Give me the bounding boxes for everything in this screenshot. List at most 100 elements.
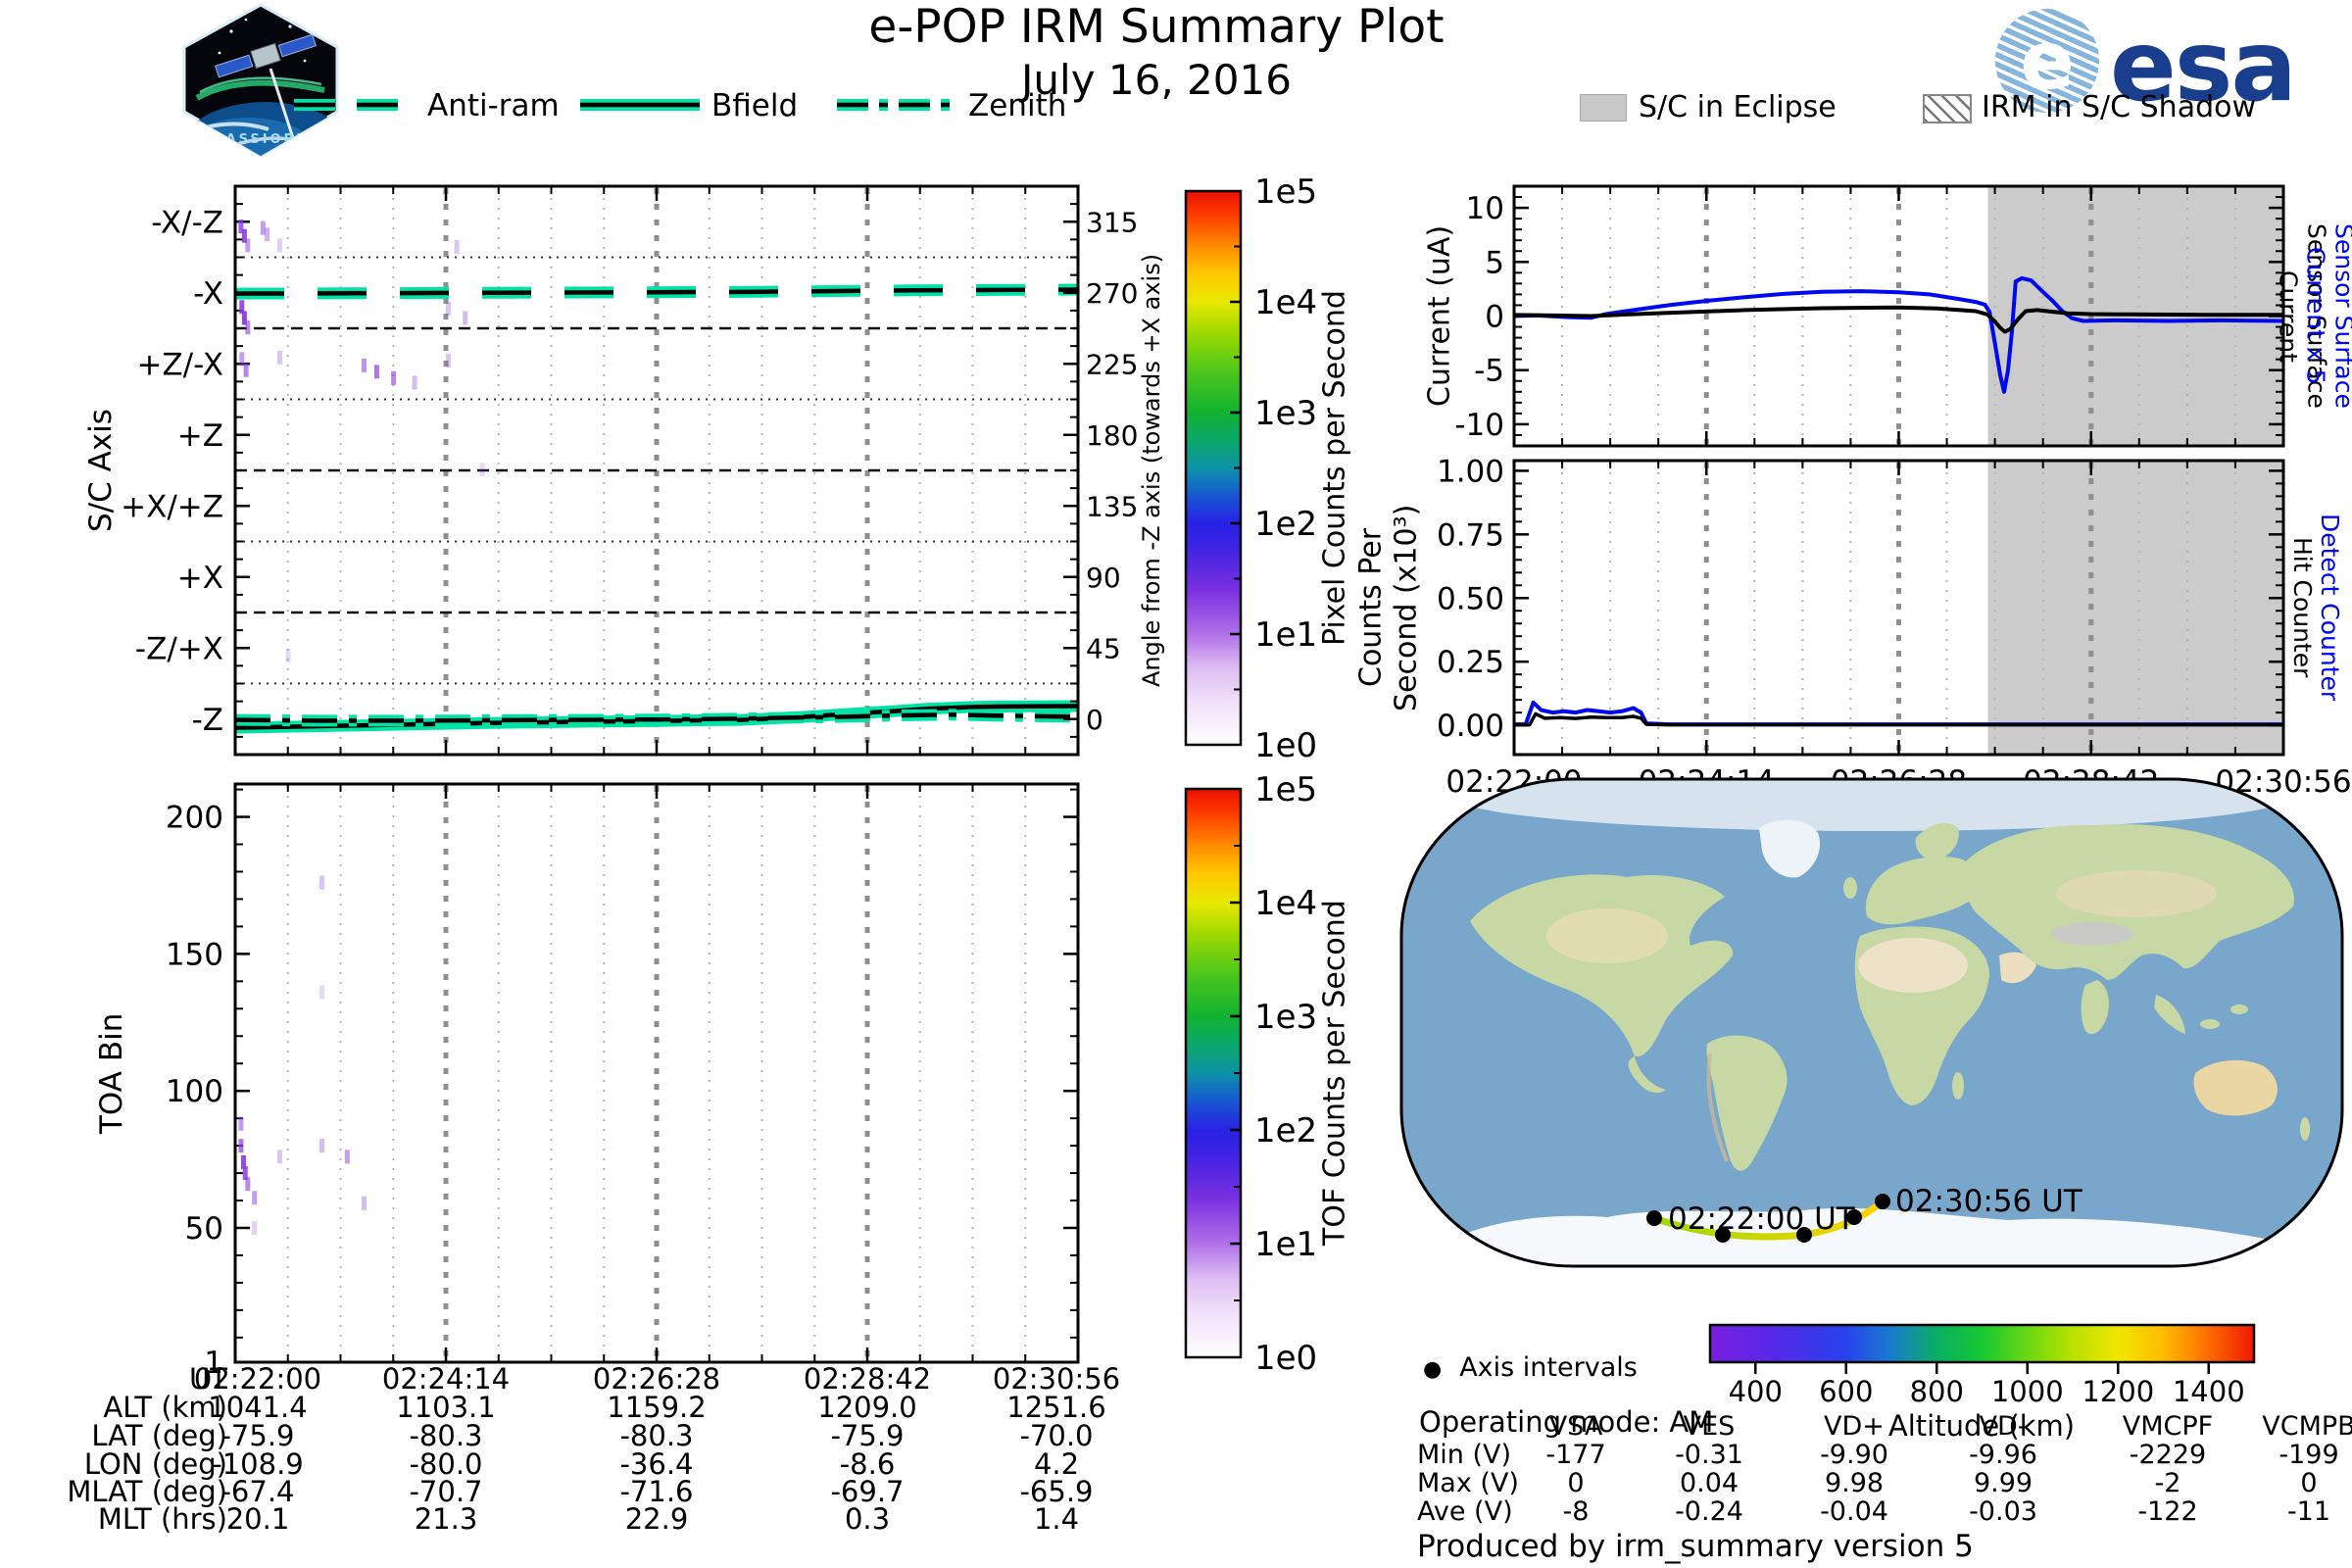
counts-tick-label: 0.00 <box>1437 709 1504 744</box>
volt-cell: -199 <box>2242 1442 2352 1469</box>
toa-tick-label: 50 <box>185 1211 223 1247</box>
table-row: VSA VES VD+ VD- VMCPF VCMPB <box>0 1413 2352 1441</box>
eph-cell: 02:28:42 <box>764 1364 970 1394</box>
legend-shadow-label: IRM in S/C Shadow <box>1982 90 2256 124</box>
sensor-surface-current-x5-label: Sensor Surface Current x 5 <box>2317 186 2343 446</box>
sc-axis-band-label: -Z/+X <box>135 631 223 666</box>
angle-tick-label: 270 <box>1086 277 1138 310</box>
table-row: Ave (V) -8 -0.24 -0.04 -0.03 -122 -11 <box>0 1498 2352 1526</box>
axis-interval-dot-icon: ● <box>1423 1357 1442 1382</box>
volt-cell: -0.24 <box>1642 1498 1776 1526</box>
pixel-colorbar: 1e51e41e31e21e11e0 <box>1186 172 1317 765</box>
volt-cell: 0.04 <box>1642 1470 1776 1497</box>
altitude-tick-label: 400 <box>1729 1375 1783 1408</box>
title-block: e-POP IRM Summary Plot July 16, 2016 <box>647 0 1666 104</box>
angle-tick-label: 225 <box>1086 348 1138 380</box>
toa-tick-label: 100 <box>166 1074 223 1109</box>
counts-tick-label: 1.00 <box>1437 454 1504 489</box>
current-plot: 1050-5-10 <box>1454 186 2283 446</box>
sc-axis-band-label: -Z <box>192 703 223 738</box>
altitude-tick-label: 1200 <box>2082 1375 2154 1408</box>
volt-cell: -0.04 <box>1788 1498 1921 1526</box>
sc-axis-band-label: -X/-Z <box>151 205 223 240</box>
detect-counter-label: Detect Counter <box>2317 461 2343 755</box>
eph-cell: 02:24:14 <box>343 1364 549 1394</box>
colorbar-tick-label: 1e5 <box>1254 172 1317 212</box>
colorbar-tick-label: 1e4 <box>1254 283 1317 322</box>
volt-cell: -8 <box>1509 1498 1642 1526</box>
legend-eclipse-label: S/C in Eclipse <box>1639 90 1837 124</box>
volt-cell: -11 <box>2242 1498 2352 1526</box>
eph-cell: 02:30:56 <box>954 1364 1159 1394</box>
altitude-tick-label: 800 <box>1910 1375 1964 1408</box>
altitude-colorbar: 400600800100012001400 <box>1710 1325 2254 1408</box>
volt-cell: -9.90 <box>1788 1442 1921 1469</box>
current-tick-label: -5 <box>1474 354 1504 389</box>
altitude-tick-label: 1400 <box>2173 1375 2245 1408</box>
altitude-tick-label: 1000 <box>1991 1375 2064 1408</box>
counts-ylabel-line2: Second (x10³) <box>1390 461 1423 755</box>
track-interval-dot <box>1646 1210 1662 1226</box>
volt-cell: -0.03 <box>1936 1498 2070 1526</box>
toa-bin-plot: 200150100501 <box>166 784 1078 1381</box>
counts-ylabel-line1: Counts Per <box>1354 461 1388 755</box>
tof-colorbar: 1e51e41e31e21e11e0 <box>1186 770 1317 1378</box>
eclipse-swatch <box>1580 94 1627 122</box>
volt-header: VMCPF <box>2101 1413 2234 1441</box>
volt-cell: -9.96 <box>1936 1442 2070 1469</box>
pixel-colorbar-label: Pixel Counts per Second <box>1317 191 1352 745</box>
sc-axis-band-label: -X <box>193 276 223 312</box>
current-tick-label: -10 <box>1454 408 1504 443</box>
angle-tick-label: 90 <box>1086 562 1121 594</box>
page: -X/-Z315-X270+Z/-X225+Z180+X/+Z135+X90-Z… <box>0 0 2352 1568</box>
tof-colorbar-label: TOF Counts per Second <box>1317 789 1352 1357</box>
angle-tick-label: 180 <box>1086 419 1138 452</box>
volt-header: VD- <box>1936 1413 2070 1441</box>
volt-header: VCMPB <box>2242 1413 2352 1441</box>
angle-tick-label: 135 <box>1086 490 1138 522</box>
legend-bfield-label: Bfield <box>711 88 798 123</box>
counts-tick-label: 0.25 <box>1437 645 1504 680</box>
volt-cell: -0.31 <box>1642 1442 1776 1469</box>
toa-tick-label: 200 <box>166 801 223 836</box>
world-map: 02:22:00 UT 02:30:56 UT <box>1401 760 2342 1266</box>
map-art: 02:22:00 UT 02:30:56 UT <box>1401 760 2342 1266</box>
axis-intervals-label: Axis intervals <box>1459 1352 1638 1383</box>
volt-header: VSA <box>1509 1413 1642 1441</box>
colorbar-tick-label: 1e3 <box>1254 394 1317 433</box>
axis-intervals-legend: ● Axis intervals <box>1423 1352 1638 1383</box>
current-tick-label: 0 <box>1485 300 1504 335</box>
volt-cell: -2 <box>2101 1470 2234 1497</box>
sc-axis-band-label: +Z <box>177 418 223 454</box>
zenith-line-sample <box>833 97 960 114</box>
toa-ylabel: TOA Bin <box>93 784 130 1362</box>
colorbar-tick-label: 1e4 <box>1254 884 1317 923</box>
volt-header: VES <box>1642 1413 1776 1441</box>
produced-by-text: Produced by irm_summary version 5 <box>1417 1529 1974 1564</box>
colorbar-tick-label: 1e1 <box>1254 615 1317 655</box>
plots-canvas: -X/-Z315-X270+Z/-X225+Z180+X/+Z135+X90-Z… <box>0 0 2352 1568</box>
continent-australia <box>2194 1060 2278 1116</box>
angle-axis-label: Angle from -Z axis (towards +X axis) <box>1137 186 1166 755</box>
series-anti-ram <box>235 290 1078 294</box>
track-end-time-label: 02:30:56 UT <box>1895 1184 2083 1219</box>
legend-zenith-label: Zenith <box>968 88 1066 123</box>
counts-tick-label: 0.50 <box>1437 581 1504 616</box>
colorbar-tick-label: 1e2 <box>1254 505 1317 544</box>
current-ylabel: Current (uA) <box>1423 186 1456 446</box>
page-subtitle-date: July 16, 2016 <box>647 56 1666 104</box>
cassiope-patch: CASSIOPE <box>172 2 349 159</box>
eph-cell: 02:22:00 <box>155 1364 361 1394</box>
angle-tick-label: 0 <box>1086 704 1103 736</box>
eph-cell: 02:26:28 <box>554 1364 760 1394</box>
page-title: e-POP IRM Summary Plot <box>647 0 1666 54</box>
shadow-hatch-swatch <box>1923 94 1972 123</box>
volt-cell: 0 <box>1509 1470 1642 1497</box>
colorbar-tick-label: 1e5 <box>1254 770 1317 809</box>
current-tick-label: 5 <box>1485 245 1504 280</box>
colorbar-tick-label: 1e3 <box>1254 998 1317 1037</box>
sc-axis-band-label: +X/+Z <box>121 489 223 524</box>
track-start-time-label: 02:22:00 UT <box>1668 1201 1856 1237</box>
volt-cell: 9.98 <box>1788 1470 1921 1497</box>
sc-axis-ylabel: S/C Axis <box>82 186 120 755</box>
